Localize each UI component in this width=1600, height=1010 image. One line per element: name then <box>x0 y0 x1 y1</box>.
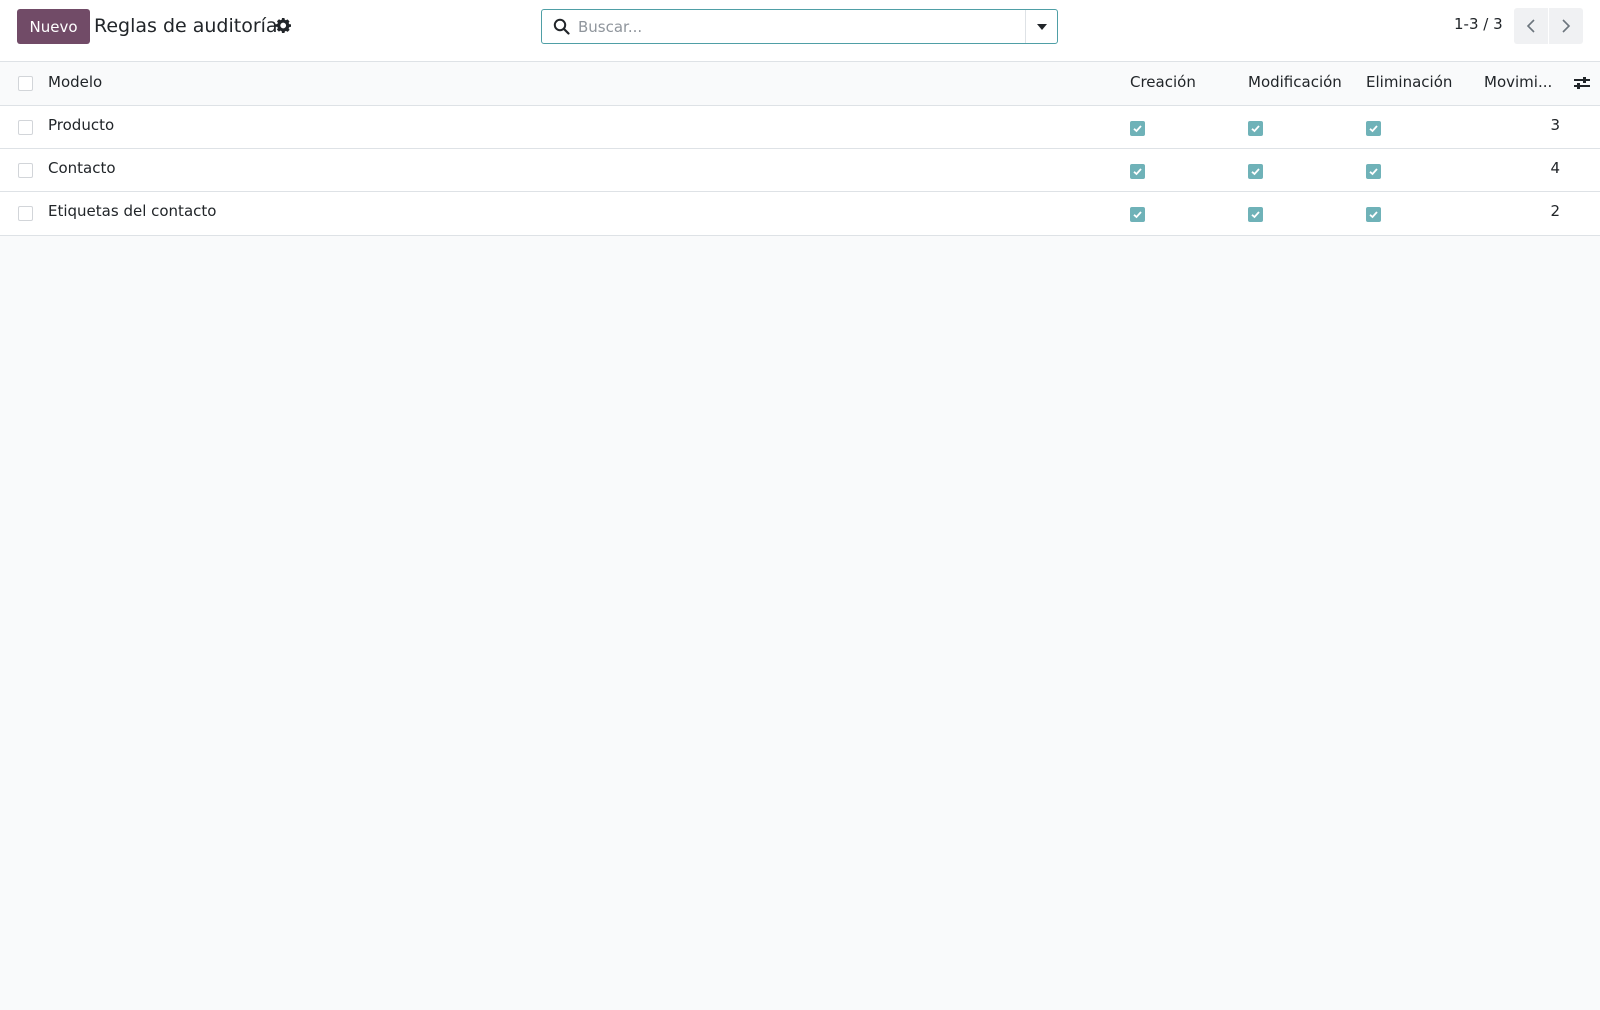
create-checkbox <box>1130 121 1145 136</box>
check-icon <box>1133 168 1142 176</box>
audit-rules-list: Modelo Creación Modificación Eliminación… <box>0 62 1600 236</box>
search-options-toggle[interactable] <box>1025 10 1057 43</box>
cell-model: Contacto <box>48 159 116 177</box>
column-header-modify[interactable]: Modificación <box>1248 73 1342 91</box>
new-button[interactable]: Nuevo <box>17 9 90 44</box>
check-icon <box>1369 168 1378 176</box>
row-checkbox[interactable] <box>18 163 33 178</box>
search-icon <box>553 18 570 35</box>
control-panel: Nuevo Reglas de auditoría 1-3 / 3 <box>0 0 1600 62</box>
select-all-checkbox[interactable] <box>18 76 33 91</box>
cell-moves: 2 <box>1550 202 1560 220</box>
table-row[interactable]: Etiquetas del contacto 2 <box>0 192 1600 235</box>
gear-icon[interactable] <box>275 17 291 33</box>
column-header-create[interactable]: Creación <box>1130 73 1196 91</box>
delete-checkbox <box>1366 121 1381 136</box>
check-icon <box>1251 211 1260 219</box>
delete-checkbox <box>1366 207 1381 222</box>
pager-value[interactable]: 1-3 / 3 <box>1454 15 1503 33</box>
check-icon <box>1251 168 1260 176</box>
column-header-model[interactable]: Modelo <box>48 73 102 91</box>
table-row[interactable]: Producto 3 <box>0 106 1600 149</box>
modify-checkbox <box>1248 164 1263 179</box>
chevron-right-icon <box>1562 19 1571 33</box>
cell-moves: 4 <box>1550 159 1560 177</box>
create-checkbox <box>1130 207 1145 222</box>
caret-down-icon <box>1036 23 1047 30</box>
cell-model: Producto <box>48 116 115 134</box>
table-header: Modelo Creación Modificación Eliminación… <box>0 62 1600 106</box>
pager-previous-button[interactable] <box>1514 8 1548 44</box>
table-row[interactable]: Contacto 4 <box>0 149 1600 192</box>
cell-moves: 3 <box>1550 116 1560 134</box>
column-header-moves[interactable]: Movimi... <box>1484 73 1552 91</box>
row-checkbox[interactable] <box>18 206 33 221</box>
row-checkbox[interactable] <box>18 120 33 135</box>
pager-next-button[interactable] <box>1549 8 1583 44</box>
check-icon <box>1133 211 1142 219</box>
modify-checkbox <box>1248 121 1263 136</box>
chevron-left-icon <box>1526 19 1535 33</box>
column-header-delete[interactable]: Eliminación <box>1366 73 1452 91</box>
sliders-icon[interactable] <box>1573 74 1591 92</box>
modify-checkbox <box>1248 207 1263 222</box>
page-title: Reglas de auditoría <box>94 15 278 37</box>
check-icon <box>1133 125 1142 133</box>
check-icon <box>1369 125 1378 133</box>
search-bar <box>541 9 1058 44</box>
search-input[interactable] <box>578 10 1008 43</box>
check-icon <box>1369 211 1378 219</box>
cell-model: Etiquetas del contacto <box>48 202 217 220</box>
delete-checkbox <box>1366 164 1381 179</box>
create-checkbox <box>1130 164 1145 179</box>
check-icon <box>1251 125 1260 133</box>
